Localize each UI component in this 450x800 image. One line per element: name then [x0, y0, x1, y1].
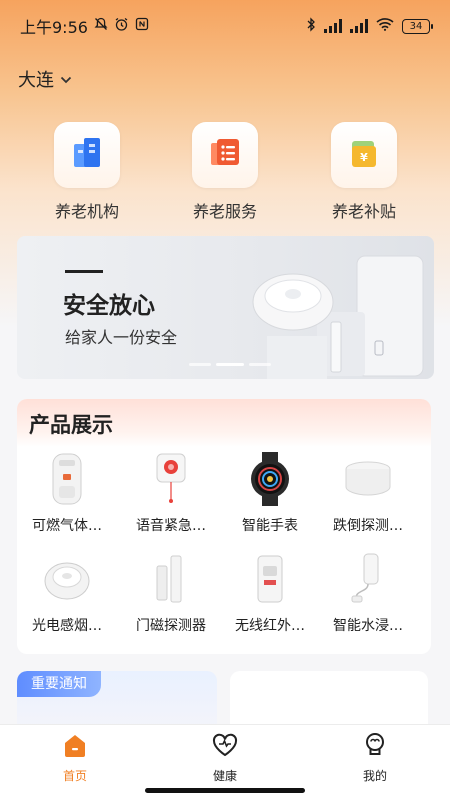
smartwatch-icon: [242, 451, 298, 507]
building-icon: [69, 135, 105, 175]
signal-strength-2-icon: [350, 19, 368, 33]
svg-text:¥: ¥: [360, 151, 368, 164]
service-tile: [192, 122, 258, 188]
infrared-sensor-icon: [242, 551, 298, 607]
product-item[interactable]: 语音紧急…: [121, 451, 221, 535]
tab-home[interactable]: 首页: [25, 731, 125, 784]
product-item[interactable]: 门磁探测器: [121, 551, 221, 635]
status-time: 上午9:56: [20, 18, 88, 37]
tab-label: 我的: [362, 769, 387, 783]
heart-icon: [211, 731, 239, 763]
service-list-icon: [207, 135, 243, 175]
banner-accent-line: [65, 270, 103, 273]
mute-bell-icon: [94, 17, 108, 35]
product-item[interactable]: 光电感烟…: [17, 551, 117, 635]
alarm-clock-icon: [114, 17, 129, 36]
service-elderly-care[interactable]: 养老服务: [175, 122, 275, 222]
service-elderly-subsidy[interactable]: ¥ 养老补贴: [314, 122, 414, 222]
product-name: 无线红外…: [235, 618, 305, 634]
product-name: 智能手表: [242, 518, 298, 534]
city-name: 大连: [18, 70, 54, 91]
product-item[interactable]: 无线红外…: [220, 551, 320, 635]
notice-tag: 重要通知: [17, 671, 101, 697]
city-selector[interactable]: 大连: [18, 66, 72, 92]
status-bar: 上午9:56 34: [0, 0, 450, 52]
chevron-down-icon: [60, 73, 72, 88]
product-showcase: 产品展示 可燃气体… 语音紧急… 智能手表 跌倒探测… 光电感烟… 门磁探测器 …: [17, 399, 431, 654]
home-indicator: [145, 788, 305, 793]
secondary-card[interactable]: [230, 671, 428, 731]
product-item[interactable]: 智能手表: [220, 451, 320, 535]
product-name: 跌倒探测…: [333, 518, 403, 534]
water-sensor-icon: [340, 551, 396, 607]
door-sensor-icon: [143, 551, 199, 607]
product-name: 光电感烟…: [32, 618, 102, 634]
fall-detector-icon: [340, 451, 396, 507]
promo-banner[interactable]: 安全放心 给家人一份安全: [17, 236, 434, 379]
service-label: 养老服务: [192, 202, 257, 221]
service-shortcuts: 养老机构 养老服务 ¥ 养老补贴: [0, 122, 450, 222]
service-tile: ¥: [331, 122, 397, 188]
tab-health[interactable]: 健康: [175, 731, 275, 784]
smoke-detector-icon: [39, 551, 95, 607]
product-name: 可燃气体…: [32, 518, 102, 534]
product-name: 门磁探测器: [136, 618, 206, 634]
subsidy-yen-icon: ¥: [346, 135, 382, 175]
battery-icon: 34: [402, 18, 433, 34]
service-elderly-institution[interactable]: 养老机构: [37, 122, 137, 222]
product-name: 语音紧急…: [136, 518, 206, 534]
product-item[interactable]: 跌倒探测…: [318, 451, 418, 535]
status-left: 上午9:56: [20, 14, 149, 38]
tab-mine[interactable]: 我的: [325, 731, 425, 784]
product-name: 智能水浸…: [333, 618, 403, 634]
product-section-title: 产品展示: [17, 399, 431, 447]
service-label: 养老补贴: [331, 202, 396, 221]
profile-icon: [361, 731, 389, 763]
banner-devices-illustration: [252, 255, 424, 379]
carousel-indicator: [189, 363, 271, 366]
nfc-icon: [135, 17, 149, 35]
signal-strength-icon: [324, 19, 342, 33]
tab-label: 首页: [62, 769, 87, 783]
product-item[interactable]: 可燃气体…: [17, 451, 117, 535]
home-icon: [61, 731, 89, 763]
bluetooth-icon: [306, 16, 316, 36]
tab-label: 健康: [212, 769, 237, 783]
status-right: 34: [306, 16, 433, 36]
emergency-button-icon: [143, 451, 199, 507]
gas-detector-icon: [39, 451, 95, 507]
service-tile: [54, 122, 120, 188]
product-item[interactable]: 智能水浸…: [318, 551, 418, 635]
service-label: 养老机构: [54, 202, 119, 221]
banner-title: 安全放心: [63, 293, 155, 319]
banner-subtitle: 给家人一份安全: [65, 328, 178, 347]
important-notice-card[interactable]: 重要通知: [17, 671, 217, 731]
wifi-icon: [376, 17, 394, 35]
